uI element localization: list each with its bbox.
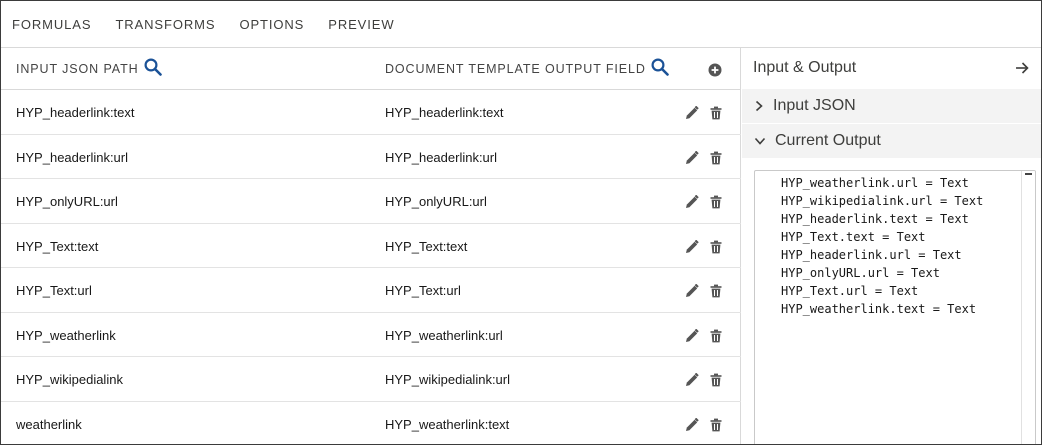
input-path-cell: HYP_headerlink:url: [16, 149, 129, 165]
trash-icon[interactable]: [709, 329, 723, 343]
search-icon[interactable]: [144, 58, 162, 76]
output-field-cell: HYP_Text:url: [385, 283, 461, 298]
input-json-label: Input JSON: [773, 97, 856, 114]
table-row: HYP_Text:text HYP_Text:text: [1, 224, 741, 268]
tab-options[interactable]: OPTIONS: [239, 17, 304, 32]
input-json-path-header: INPUT JSON PATH: [16, 58, 162, 76]
pencil-icon[interactable]: [685, 195, 699, 209]
input-path-cell: HYP_Text:url: [16, 283, 92, 298]
output-field-cell: HYP_onlyURL:url: [385, 194, 487, 209]
output-field-cell: HYP_weatherlink:url: [385, 327, 503, 343]
output-field-cell: HYP_headerlink:text: [385, 105, 504, 120]
mapping-panel: INPUT JSON PATH DOCUMENT TEMPLATE OUTPUT…: [1, 48, 741, 445]
output-line: HYP_Text.text = Text: [781, 230, 926, 244]
input-path-cell: HYP_weatherlink: [16, 327, 116, 343]
output-line: HYP_Text.url = Text: [781, 284, 919, 298]
output-line: HYP_onlyURL.url = Text: [781, 266, 940, 280]
current-output-section[interactable]: Current Output: [742, 124, 1041, 158]
output-line: HYP_wikipedialink.url = Text: [781, 194, 984, 208]
trash-icon[interactable]: [709, 418, 723, 432]
pencil-icon[interactable]: [685, 284, 699, 298]
output-field-cell: HYP_wikipedialink:url: [385, 372, 510, 387]
table-row: HYP_headerlink:text HYP_headerlink:text: [1, 90, 741, 135]
table-row: HYP_wikipedialink HYP_wikipedialink:url: [1, 357, 741, 402]
output-field-cell: HYP_Text:text: [385, 238, 468, 254]
input-path-cell: weatherlink: [16, 416, 82, 432]
output-text: HYP_weatherlink.url = Text HYP_wikipedia…: [781, 174, 983, 318]
current-output-label: Current Output: [775, 132, 881, 149]
output-line: HYP_weatherlink.text = Text: [781, 302, 977, 316]
input-path-cell: HYP_headerlink:text: [16, 105, 135, 120]
table-row: HYP_Text:url HYP_Text:url: [1, 268, 741, 313]
current-output-textarea[interactable]: HYP_weatherlink.url = Text HYP_wikipedia…: [754, 170, 1036, 444]
output-field-header: DOCUMENT TEMPLATE OUTPUT FIELD: [385, 58, 669, 76]
trash-icon[interactable]: [709, 240, 723, 254]
table-row: weatherlink HYP_weatherlink:text: [1, 402, 741, 445]
pencil-icon[interactable]: [685, 373, 699, 387]
output-field-cell: HYP_headerlink:url: [385, 149, 498, 165]
input-path-cell: HYP_onlyURL:url: [16, 194, 118, 209]
trash-icon[interactable]: [709, 151, 723, 165]
input-json-section[interactable]: Input JSON: [742, 89, 1041, 123]
table-row: HYP_headerlink:url HYP_headerlink:url: [1, 135, 741, 179]
output-field-label: DOCUMENT TEMPLATE OUTPUT FIELD: [385, 61, 646, 76]
pencil-icon[interactable]: [685, 328, 699, 343]
output-line: HYP_weatherlink.url = Text: [781, 176, 969, 190]
input-path-cell: HYP_Text:text: [16, 238, 99, 254]
trash-icon[interactable]: [709, 284, 723, 298]
panel-header: Input & Output: [742, 48, 1041, 88]
tab-transforms[interactable]: TRANSFORMS: [115, 17, 215, 32]
tab-formulas[interactable]: FORMULAS: [12, 17, 91, 32]
output-line: HYP_headerlink.text = Text: [781, 212, 969, 226]
scrollbar-thumb[interactable]: [1025, 173, 1032, 175]
search-icon[interactable]: [651, 58, 669, 76]
output-scrollbar[interactable]: [1021, 171, 1035, 444]
arrow-right-icon[interactable]: [1015, 61, 1029, 75]
panel-title: Input & Output: [753, 59, 857, 76]
input-json-path-label: INPUT JSON PATH: [16, 61, 139, 76]
pencil-icon[interactable]: [685, 150, 699, 165]
chevron-down-icon: [754, 137, 766, 145]
mapping-table-header: INPUT JSON PATH DOCUMENT TEMPLATE OUTPUT…: [1, 48, 741, 90]
input-path-cell: HYP_wikipedialink: [16, 372, 123, 387]
pencil-icon[interactable]: [685, 239, 699, 254]
output-field-cell: HYP_weatherlink:text: [385, 416, 510, 432]
output-line: HYP_headerlink.url = Text: [781, 248, 962, 262]
add-mapping-icon[interactable]: [708, 63, 722, 77]
pencil-icon[interactable]: [685, 417, 699, 432]
chevron-right-icon: [755, 100, 763, 112]
input-output-panel: Input & Output Input JSON Current Output…: [742, 48, 1041, 444]
trash-icon[interactable]: [709, 195, 723, 209]
table-row: HYP_onlyURL:url HYP_onlyURL:url: [1, 179, 741, 224]
mapping-rows: HYP_headerlink:text HYP_headerlink:text …: [1, 90, 741, 445]
table-row: HYP_weatherlink HYP_weatherlink:url: [1, 313, 741, 357]
app-frame: FORMULAS TRANSFORMS OPTIONS PREVIEW INPU…: [0, 0, 1042, 445]
tab-preview[interactable]: PREVIEW: [328, 17, 394, 32]
trash-icon[interactable]: [709, 373, 723, 387]
trash-icon[interactable]: [709, 106, 723, 120]
pencil-icon[interactable]: [685, 106, 699, 120]
tab-bar: FORMULAS TRANSFORMS OPTIONS PREVIEW: [1, 1, 1041, 48]
